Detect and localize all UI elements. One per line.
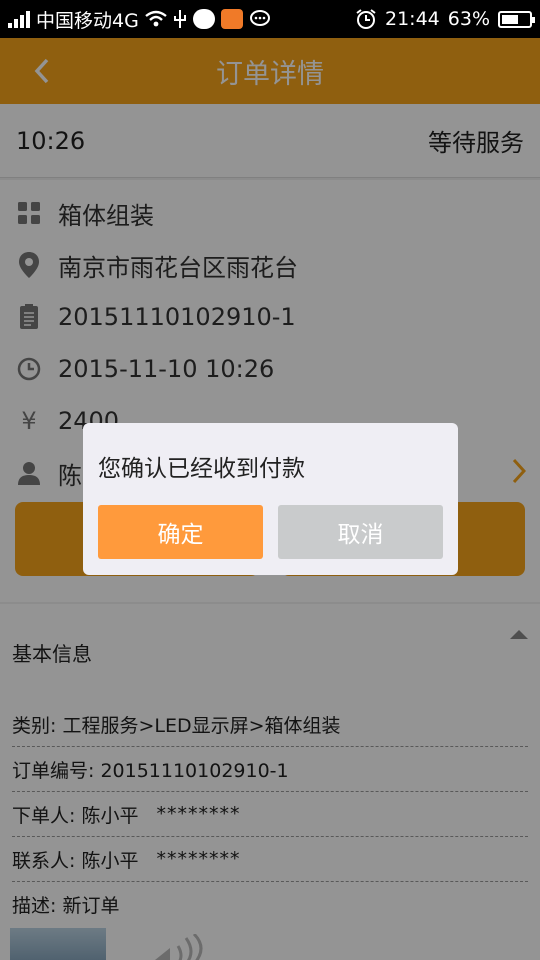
signal-icon: [8, 10, 30, 28]
alarm-icon: [356, 9, 376, 29]
battery-icon: [498, 10, 535, 28]
wifi-icon: [145, 10, 167, 27]
dialog-message: 您确认已经收到付款: [98, 456, 305, 482]
cancel-button[interactable]: 取消: [278, 505, 443, 559]
battery-percent: 63%: [447, 8, 490, 30]
usb-icon: [173, 10, 186, 28]
app-notification-icon: [192, 9, 215, 29]
status-bar: 中国移动4G 21:44 63%: [0, 0, 540, 38]
header-dim-overlay: [0, 38, 540, 104]
app-notification-icon: [220, 9, 243, 29]
clock-label: 21:44: [385, 8, 440, 30]
carrier-label: 中国移动4G: [36, 9, 139, 32]
chat-icon: [249, 10, 270, 26]
confirm-payment-dialog: 您确认已经收到付款 确定 取消: [83, 423, 458, 575]
confirm-button[interactable]: 确定: [98, 505, 263, 559]
